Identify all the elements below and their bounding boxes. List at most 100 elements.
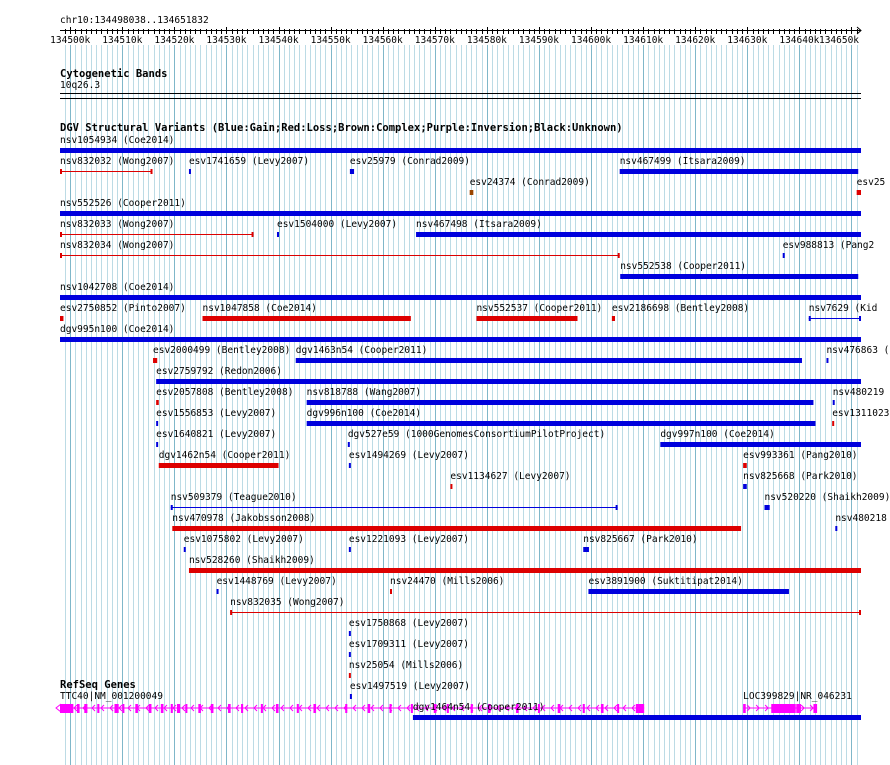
dgv-variant-bar (832, 400, 835, 405)
dgv-feature-label[interactable]: esv1311023 (832, 408, 889, 419)
refseq-track-title: RefSeq Genes (60, 679, 136, 691)
dgv-feature-label[interactable]: esv1221093 (Levy2007) (349, 534, 469, 545)
dgv-feature-label[interactable]: esv2186698 (Bentley2008) (612, 303, 749, 314)
gene-exon (210, 704, 214, 713)
dgv-variant-endpoint (617, 253, 620, 258)
dgv-feature-label[interactable]: esv1750868 (Levy2007) (349, 618, 469, 629)
dgv-feature-label[interactable]: nsv552537 (Cooper2011) (476, 303, 602, 314)
dgv-feature-label[interactable]: esv1494269 (Levy2007) (349, 450, 469, 461)
dgv-feature-label[interactable]: nsv467499 (Itsara2009) (620, 156, 746, 167)
dgv-variant-bar (156, 442, 159, 447)
gene-exon (796, 704, 801, 713)
dgv-variant-bar (202, 316, 411, 321)
dgv-variant-bar (348, 652, 351, 657)
dgv-variant-bar (743, 463, 747, 468)
gene-exon (275, 704, 279, 713)
dgv-feature-label[interactable]: esv24374 (Conrad2009) (470, 177, 590, 188)
dgv-variant-bar (588, 589, 789, 594)
dgv-feature-label[interactable]: esv1741659 (Levy2007) (189, 156, 309, 167)
dgv-feature-label[interactable]: esv2750852 (Pinto2007) (60, 303, 186, 314)
dgv-feature-label[interactable]: nsv1047858 (Coe2014) (203, 303, 317, 314)
dgv-feature-label[interactable]: nsv480218 (835, 513, 886, 524)
dgv-feature-label[interactable]: esv25979 (Conrad2009) (350, 156, 470, 167)
dgv-feature-label[interactable]: nsv552526 (Cooper2011) (60, 198, 186, 209)
gene-exon (84, 704, 88, 713)
dgv-feature-label[interactable]: nsv7629 (Kid (809, 303, 878, 314)
dgv-feature-label[interactable]: dgv995n100 (Coe2014) (60, 324, 174, 335)
dgv-variant-bar (183, 547, 186, 552)
refseq-gene-label[interactable]: LOC399829|NR_046231 (743, 691, 852, 702)
dgv-variant-bar (620, 274, 859, 279)
dgv-feature-label[interactable]: nsv480219 (833, 387, 884, 398)
dgv-feature-label[interactable]: nsv470978 (Jakobsson2008) (172, 513, 315, 524)
dgv-feature-label[interactable]: esv1640821 (Levy2007) (156, 429, 276, 440)
gene-exon (160, 704, 164, 713)
dgv-feature-label[interactable]: nsv832034 (Wong2007) (60, 240, 174, 251)
refseq-gene-label[interactable]: TTC40|NM_001200049 (60, 691, 163, 702)
dgv-feature-label[interactable]: esv1504000 (Levy2007) (277, 219, 397, 230)
dgv-variant-bar (743, 484, 747, 489)
dgv-feature-label[interactable]: nsv825667 (Park2010) (583, 534, 697, 545)
gene-exon (185, 704, 188, 713)
dgv-feature-label[interactable]: nsv832035 (Wong2007) (230, 597, 344, 608)
dgv-feature-label[interactable]: nsv24470 (Mills2006) (390, 576, 504, 587)
dgv-variant-endpoint (251, 232, 254, 237)
dgv-variant-bar (660, 442, 861, 447)
gene-exon (582, 704, 585, 713)
dgv-variant-bar (60, 295, 861, 300)
dgv-feature-label[interactable]: nsv1054934 (Coe2014) (60, 135, 174, 146)
dgv-feature-label[interactable]: nsv520220 (Shaikh2009) (764, 492, 890, 503)
dgv-feature-label[interactable]: dgv996n100 (Coe2014) (307, 408, 421, 419)
dgv-feature-label[interactable]: nsv818788 (Wang2007) (307, 387, 421, 398)
dgv-variant-endpoint (150, 169, 153, 174)
dgv-feature-label[interactable]: esv1497519 (Levy2007) (350, 681, 470, 692)
dgv-feature-label[interactable]: esv25 (857, 177, 886, 188)
dgv-feature-label[interactable]: nsv1042708 (Coe2014) (60, 282, 174, 293)
gene-exon (771, 704, 796, 713)
dgv-feature-label[interactable]: nsv467498 (Itsara2009) (416, 219, 542, 230)
dgv-variant-bar (347, 442, 350, 447)
dgv-feature-label[interactable]: esv1709311 (Levy2007) (349, 639, 469, 650)
dgv-variant-bar (832, 421, 835, 426)
dgv-feature-label[interactable]: esv2057808 (Bentley2008) (156, 387, 293, 398)
dgv-feature-label[interactable]: dgv997n100 (Coe2014) (660, 429, 774, 440)
dgv-variant-bar (60, 337, 861, 342)
dgv-feature-label[interactable]: esv988813 (Pang2 (783, 240, 875, 251)
dgv-feature-label[interactable]: dgv1462n54 (Cooper2011) (159, 450, 291, 461)
gene-exon (345, 704, 348, 713)
dgv-variant-bar (295, 358, 802, 363)
dgv-variant-bar (469, 190, 474, 195)
dgv-feature-label[interactable]: nsv25054 (Mills2006) (349, 660, 463, 671)
dgv-feature-label[interactable]: esv2759792 (Redon2006) (156, 366, 282, 377)
dgv-variant-bar (60, 316, 64, 321)
dgv-variant-bar (349, 694, 352, 699)
dgv-feature-label[interactable]: nsv528260 (Shaikh2009) (189, 555, 315, 566)
dgv-feature-label[interactable]: esv1556853 (Levy2007) (156, 408, 276, 419)
dgv-feature-label[interactable]: dgv527e59 (1000GenomesConsortiumPilotPro… (348, 429, 605, 440)
dgv-feature-label[interactable]: esv3891900 (Suktitipat2014) (588, 576, 742, 587)
dgv-feature-label[interactable]: nsv509379 (Teague2010) (171, 492, 297, 503)
dgv-feature-label[interactable]: esv2000499 (Bentley2008) (153, 345, 290, 356)
dgv-variant-endpoint (230, 610, 233, 615)
dgv-variant-bar (158, 463, 279, 468)
dgv-variant-bar (60, 211, 861, 216)
dgv-feature-label[interactable]: nsv832033 (Wong2007) (60, 219, 174, 230)
dgv-variant-bar (276, 232, 279, 237)
dgv-variant-endpoint (60, 253, 62, 258)
gene-exon (198, 704, 201, 713)
dgv-feature-label[interactable]: esv1075802 (Levy2007) (184, 534, 304, 545)
dgv-feature-label[interactable]: esv993361 (Pang2010) (743, 450, 857, 461)
dgv-feature-label[interactable]: esv1134627 (Levy2007) (450, 471, 570, 482)
dgv-variant-bar (782, 253, 785, 258)
gene-exon (367, 704, 371, 713)
dgv-feature-label[interactable]: nsv476863 ( (826, 345, 889, 356)
dgv-feature-label[interactable]: nsv552538 (Cooper2011) (620, 261, 746, 272)
dgv-feature-label[interactable]: dgv1463n54 (Cooper2011) (296, 345, 428, 356)
dgv-feature-label[interactable]: nsv832032 (Wong2007) (60, 156, 174, 167)
dgv-feature-label[interactable]: nsv825668 (Park2010) (743, 471, 857, 482)
dgv-feature-label[interactable]: dgv1464n54 (Cooper2011) (413, 702, 545, 713)
dgv-variant-bar (348, 463, 351, 468)
dgv-variant-bar (348, 673, 351, 678)
dgv-feature-label[interactable]: esv1448769 (Levy2007) (217, 576, 337, 587)
dgv-variant-endpoint (60, 169, 62, 174)
